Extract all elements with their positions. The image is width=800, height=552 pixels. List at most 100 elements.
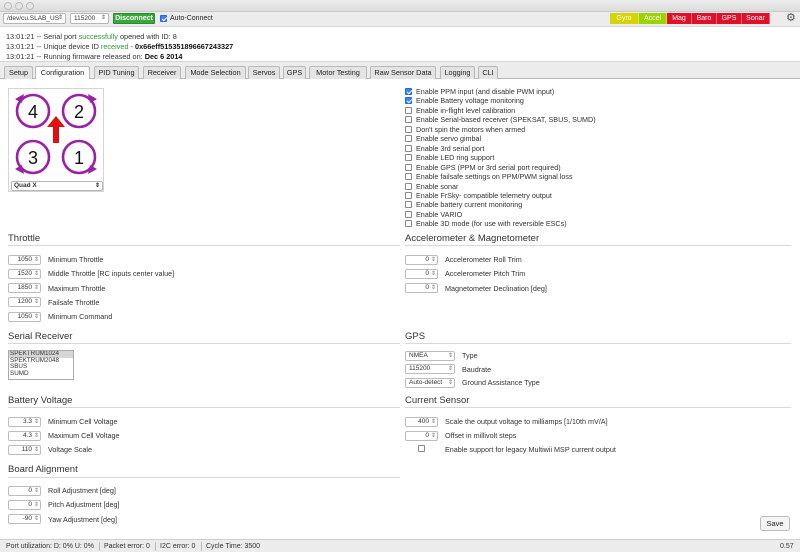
feature-option[interactable]: Enable VARIO bbox=[405, 210, 462, 219]
feature-option[interactable]: Enable sonar bbox=[405, 182, 458, 191]
zoom-window-button[interactable] bbox=[26, 2, 34, 10]
feature-option[interactable]: Don't spin the motors when armed bbox=[405, 125, 525, 134]
feature-checkbox[interactable] bbox=[405, 106, 412, 114]
feature-option[interactable]: Enable Serial-based receiver (SPEKSAT, S… bbox=[405, 115, 596, 124]
tab-configuration[interactable]: Configuration bbox=[35, 66, 90, 80]
tab-servos[interactable]: Servos bbox=[248, 66, 280, 79]
feature-label: Enable LED ring support bbox=[416, 153, 495, 163]
feature-checkbox[interactable] bbox=[405, 116, 412, 124]
feature-checkbox[interactable] bbox=[405, 191, 412, 199]
tab-mode-selection[interactable]: Mode Selection bbox=[185, 66, 246, 79]
gps-select[interactable]: NMEA bbox=[405, 350, 455, 361]
gps-row: Auto-detect Ground Assistance Type bbox=[405, 377, 540, 388]
version-label: 0.57 bbox=[780, 543, 794, 550]
mixer-preview: 4 2 3 1 Quad X ⇕ bbox=[8, 88, 104, 192]
gps-label: Baudrate bbox=[462, 364, 492, 374]
tab-raw-sensor-data[interactable]: Raw Sensor Data bbox=[370, 66, 436, 79]
close-window-button[interactable] bbox=[4, 2, 12, 10]
chevron-down-icon: ⇕ bbox=[94, 183, 100, 189]
section-divider bbox=[405, 407, 791, 408]
throttle-number-input[interactable]: 1050 bbox=[8, 254, 41, 265]
auto-connect-toggle[interactable]: Auto-Connect bbox=[160, 13, 213, 24]
feature-checkbox[interactable] bbox=[405, 182, 412, 190]
feature-option[interactable]: Enable FrSky- compatible telemetry outpu… bbox=[405, 191, 552, 200]
feature-option[interactable]: Enable GPS (PPM or 3rd serial port requi… bbox=[405, 163, 561, 172]
log-firmware-date: Dec 6 2014 bbox=[144, 52, 183, 61]
mixer-select[interactable]: Quad X ⇕ bbox=[11, 181, 103, 191]
feature-option[interactable]: Enable Battery voltage monitoring bbox=[405, 96, 524, 105]
tab-receiver[interactable]: Receiver bbox=[143, 66, 181, 79]
accelerometer-number-input[interactable]: 0 bbox=[405, 283, 438, 294]
feature-option[interactable]: Enable 3rd serial port bbox=[405, 144, 484, 153]
gps-select[interactable]: 115200 bbox=[405, 364, 455, 374]
gear-icon[interactable]: ⚙ bbox=[786, 13, 796, 24]
feature-checkbox[interactable] bbox=[405, 125, 412, 133]
feature-checkbox[interactable] bbox=[405, 210, 412, 218]
feature-option[interactable]: Enable PPM input (and disable PWM input) bbox=[405, 87, 554, 96]
tab-cli[interactable]: CLI bbox=[478, 66, 498, 79]
throttle-number-input[interactable]: 1200 bbox=[8, 297, 41, 308]
feature-option[interactable]: Enable 3D mode (for use with reversible … bbox=[405, 219, 567, 228]
throttle-number-input[interactable]: 1520 bbox=[8, 268, 41, 279]
current-number-input[interactable]: 0 bbox=[405, 430, 438, 441]
feature-checkbox[interactable] bbox=[405, 201, 412, 209]
feature-checkbox[interactable] bbox=[405, 97, 412, 105]
board-number-input[interactable]: 0 bbox=[8, 485, 41, 496]
feature-option[interactable]: Enable servo gimbal bbox=[405, 134, 481, 143]
feature-label: Enable failsafe settings on PPM/PWM sign… bbox=[416, 172, 573, 182]
throttle-number-input[interactable]: 1050 bbox=[8, 311, 41, 322]
battery-label: Minimum Cell Voltage bbox=[48, 417, 118, 426]
feature-option[interactable]: Enable LED ring support bbox=[405, 153, 494, 162]
throttle-label: Minimum Throttle bbox=[48, 255, 104, 264]
mixer-select-value: Quad X bbox=[14, 182, 37, 189]
log-text: 13:01:21 -- Running firmware released on… bbox=[6, 52, 145, 61]
feature-label: Enable Battery voltage monitoring bbox=[416, 96, 524, 106]
feature-checkbox[interactable] bbox=[405, 173, 412, 181]
save-button[interactable]: Save bbox=[760, 516, 790, 531]
serial-receiver-list[interactable]: SPEKTRUM1024 SPEKTRUM2048 SBUS SUMD bbox=[8, 350, 74, 380]
board-row: 0 Pitch Adjustment [deg] bbox=[8, 499, 120, 510]
feature-label: Enable FrSky- compatible telemetry outpu… bbox=[416, 190, 552, 200]
feature-checkbox[interactable] bbox=[405, 144, 412, 152]
feature-checkbox[interactable] bbox=[405, 220, 412, 228]
status-divider bbox=[99, 542, 100, 551]
accelerometer-number-input[interactable]: 0 bbox=[405, 268, 438, 279]
battery-number-input[interactable]: 110 bbox=[8, 444, 41, 455]
accelerometer-number-input[interactable]: 0 bbox=[405, 254, 438, 265]
port-select[interactable]: /dev/cu.SLAB_US ⇕ bbox=[3, 13, 66, 24]
board-number-input[interactable]: 0 bbox=[8, 499, 41, 510]
feature-checkbox[interactable] bbox=[405, 154, 412, 162]
battery-number-input[interactable]: 3.3 bbox=[8, 416, 41, 427]
checkbox-wrapper bbox=[405, 445, 438, 454]
feature-checkbox[interactable] bbox=[405, 163, 412, 171]
feature-option[interactable]: Enable battery current monitoring bbox=[405, 200, 522, 209]
gps-select[interactable]: Auto-detect bbox=[405, 377, 455, 388]
current-label: Scale the output voltage to milliamps [1… bbox=[445, 417, 608, 426]
baud-select[interactable]: 115200 ⇕ bbox=[70, 13, 109, 24]
feature-checkbox[interactable] bbox=[405, 88, 412, 95]
legacy-current-option[interactable]: Enable support for legacy Multiwii MSP c… bbox=[405, 444, 616, 455]
tab-bar: Setup Configuration PID Tuning Receiver Mode… bbox=[0, 64, 800, 80]
sensor-badge-gps: GPS bbox=[717, 13, 742, 24]
throttle-row: 1200 Failsafe Throttle bbox=[8, 297, 99, 308]
tab-motor-testing[interactable]: Motor Testing bbox=[309, 66, 367, 79]
tab-gps[interactable]: GPS bbox=[283, 66, 306, 79]
minimize-window-button[interactable] bbox=[15, 2, 23, 10]
feature-option[interactable]: Enable failsafe settings on PPM/PWM sign… bbox=[405, 172, 573, 181]
feature-checkbox[interactable] bbox=[405, 135, 412, 143]
throttle-label: Middle Throttle [RC inputs center value] bbox=[48, 269, 175, 279]
board-number-input[interactable]: -90 bbox=[8, 514, 41, 525]
tab-logging[interactable]: Logging bbox=[440, 66, 475, 79]
feature-option[interactable]: Enable in-flight level calibration bbox=[405, 106, 515, 115]
legacy-current-checkbox[interactable] bbox=[418, 445, 425, 452]
tab-pid-tuning[interactable]: PID Tuning bbox=[94, 66, 139, 79]
disconnect-button[interactable]: Disconnect bbox=[113, 13, 155, 24]
battery-number-input[interactable]: 4.3 bbox=[8, 430, 41, 441]
auto-connect-checkbox[interactable] bbox=[160, 15, 167, 22]
board-alignment-title: Board Alignment bbox=[8, 464, 78, 475]
tab-setup[interactable]: Setup bbox=[4, 66, 33, 79]
current-number-input[interactable]: 400 bbox=[405, 416, 438, 427]
list-item[interactable]: SUMD bbox=[9, 370, 73, 378]
board-label: Yaw Adjustment [deg] bbox=[48, 514, 117, 524]
throttle-number-input[interactable]: 1850 bbox=[8, 283, 41, 294]
